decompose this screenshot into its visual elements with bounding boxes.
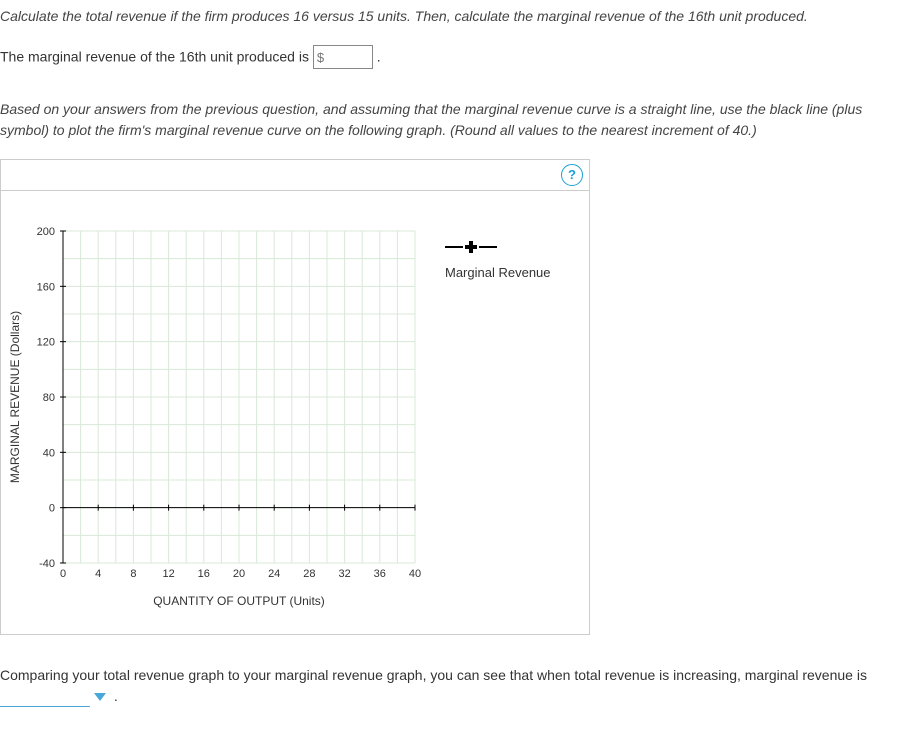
question3-text: Comparing your total revenue graph to yo… bbox=[0, 665, 914, 707]
question1-instruction: Calculate the total revenue if the firm … bbox=[0, 6, 914, 27]
svg-text:120: 120 bbox=[37, 337, 55, 349]
svg-text:QUANTITY OF OUTPUT (Units): QUANTITY OF OUTPUT (Units) bbox=[153, 594, 325, 608]
marginal-revenue-input[interactable] bbox=[313, 45, 373, 69]
svg-text:32: 32 bbox=[338, 568, 350, 580]
chart-legend: Marginal Revenue bbox=[425, 211, 561, 614]
answer-suffix: . bbox=[377, 49, 381, 65]
svg-text:24: 24 bbox=[268, 568, 280, 580]
svg-text:160: 160 bbox=[37, 281, 55, 293]
q3-suffix: . bbox=[110, 688, 118, 704]
help-button[interactable]: ? bbox=[561, 164, 583, 186]
dropdown-arrow-icon[interactable] bbox=[94, 693, 106, 701]
svg-text:16: 16 bbox=[198, 568, 210, 580]
graph-toolbar: ? bbox=[1, 160, 589, 191]
svg-text:200: 200 bbox=[37, 226, 55, 238]
svg-text:80: 80 bbox=[43, 392, 55, 404]
svg-text:12: 12 bbox=[162, 568, 174, 580]
legend-draggable-mr[interactable] bbox=[445, 241, 551, 253]
svg-text:40: 40 bbox=[409, 568, 421, 580]
svg-text:20: 20 bbox=[233, 568, 245, 580]
svg-text:MARGINAL REVENUE (Dollars): MARGINAL REVENUE (Dollars) bbox=[8, 311, 22, 483]
svg-text:28: 28 bbox=[303, 568, 315, 580]
svg-text:4: 4 bbox=[95, 568, 101, 580]
svg-text:8: 8 bbox=[130, 568, 136, 580]
svg-text:0: 0 bbox=[49, 503, 55, 515]
svg-text:0: 0 bbox=[60, 568, 66, 580]
plus-icon bbox=[465, 241, 477, 253]
svg-text:36: 36 bbox=[374, 568, 386, 580]
answer-prefix: The marginal revenue of the 16th unit pr… bbox=[0, 49, 313, 65]
graph-panel: ? 0 4 8 12 16 20 24 28 32 36 40 -40 0 40 80 120 160 200 QU… bbox=[0, 159, 590, 635]
chart-plot-area[interactable]: 0 4 8 12 16 20 24 28 32 36 40 -40 0 40 80 120 160 200 QUAN… bbox=[5, 211, 425, 614]
question2-instruction: Based on your answers from the previous … bbox=[0, 99, 914, 141]
question3-prompt: Comparing your total revenue graph to yo… bbox=[0, 667, 867, 683]
dropdown-underline bbox=[0, 706, 90, 707]
legend-label: Marginal Revenue bbox=[445, 265, 551, 280]
question1-answer-line: The marginal revenue of the 16th unit pr… bbox=[0, 45, 914, 69]
svg-text:40: 40 bbox=[43, 447, 55, 459]
svg-text:-40: -40 bbox=[39, 558, 55, 570]
